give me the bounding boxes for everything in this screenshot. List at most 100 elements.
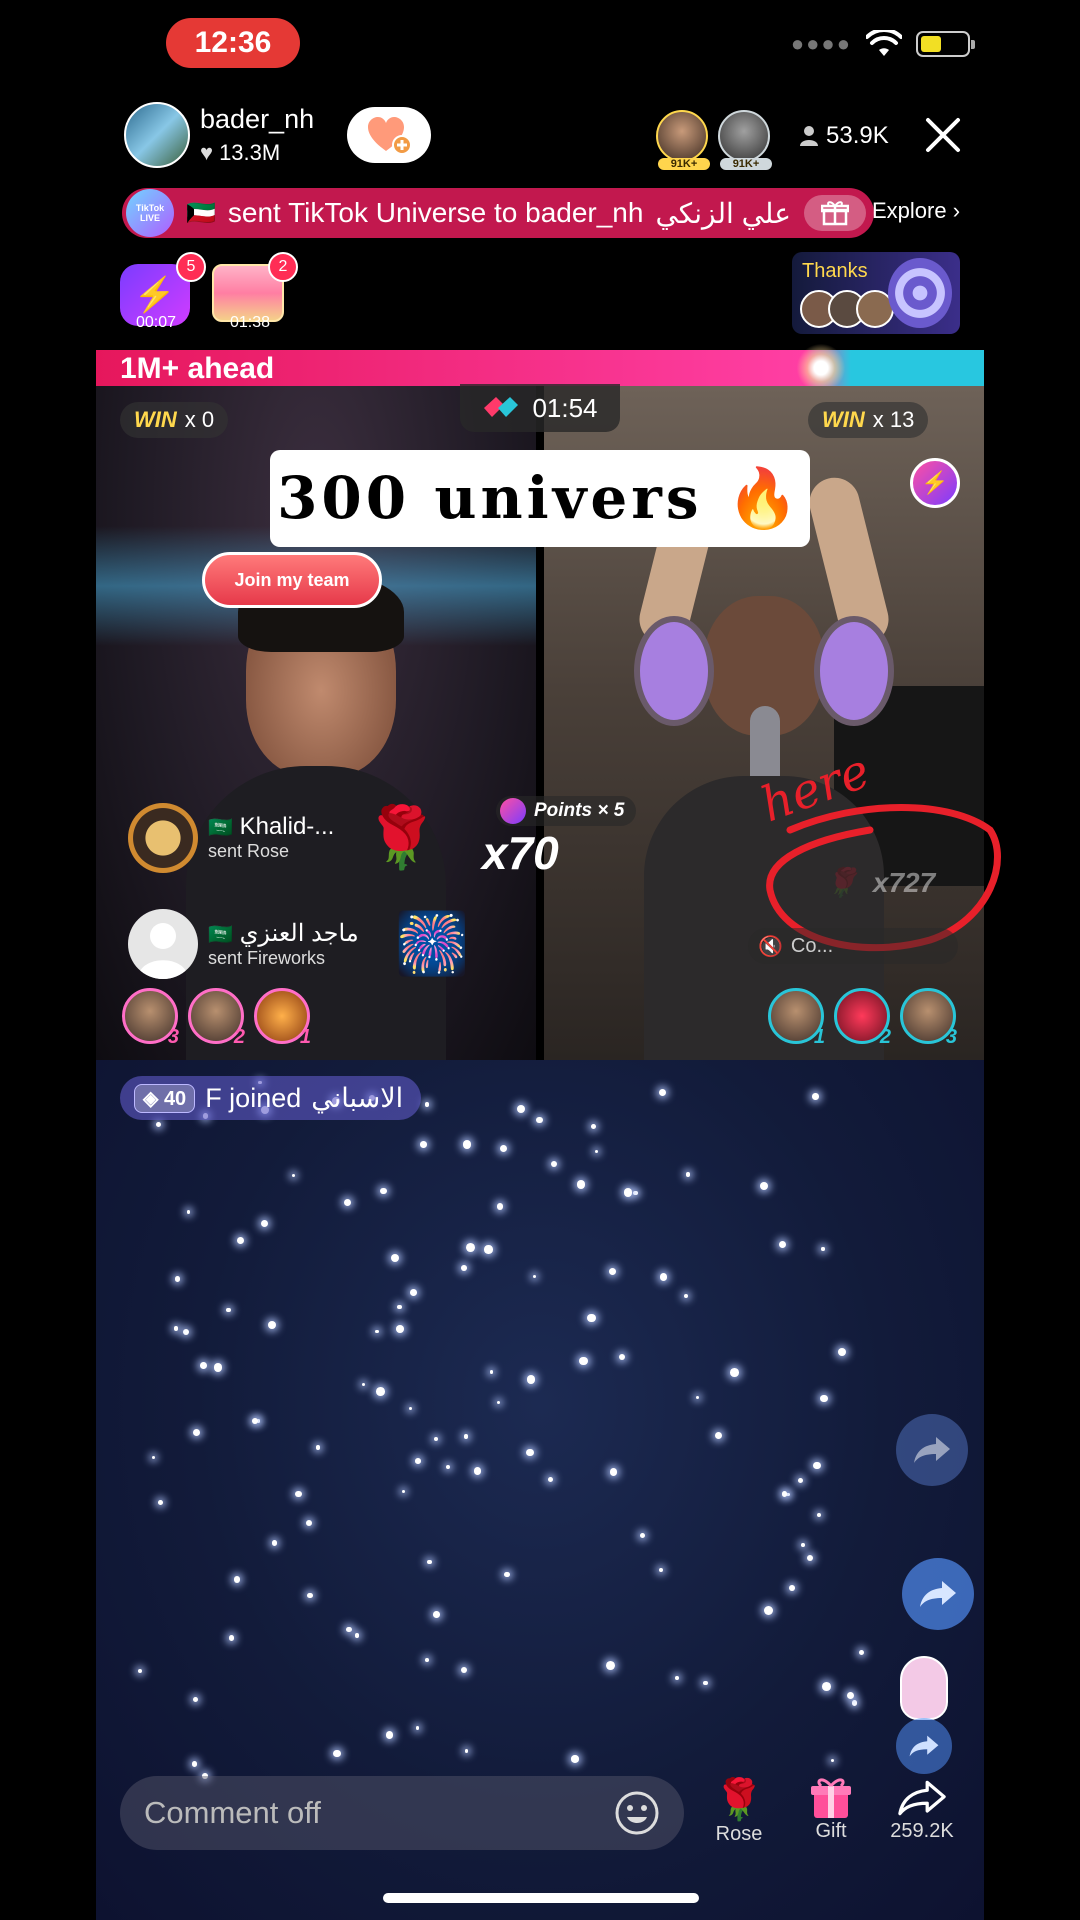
emoji-icon[interactable] — [614, 1790, 660, 1836]
pk-score-bar: 1M+ ahead — [96, 344, 984, 392]
points-label: Points × 5 — [534, 800, 625, 821]
sparkle — [396, 1325, 404, 1333]
annotation-count-value: x727 — [872, 866, 936, 898]
sparkle — [618, 1353, 626, 1361]
sparkle — [830, 1758, 835, 1763]
gift-icon — [811, 1778, 851, 1818]
sparkle — [173, 1326, 179, 1331]
explore-link[interactable]: Explore › — [872, 198, 960, 224]
rose-icon: 🌹 — [714, 1778, 764, 1822]
boost-icon[interactable]: ⚡ — [910, 458, 960, 508]
gift-banner[interactable]: TikTok LIVE 🇰🇼 sent TikTok Universe to b… — [122, 188, 874, 238]
sparkle — [446, 1465, 451, 1470]
sparkle — [633, 1190, 638, 1195]
treasure-chest[interactable]: 2 01:38 — [212, 252, 298, 332]
sparkle — [812, 1093, 819, 1100]
rank-avatar[interactable]: 2 — [188, 988, 245, 1048]
sparkle — [199, 1362, 207, 1370]
rank-number: 2 — [233, 1026, 245, 1048]
sparkle — [424, 1102, 429, 1107]
sparkle — [433, 1611, 440, 1618]
share-button[interactable]: 259.2K — [880, 1776, 964, 1843]
sparkle — [385, 1731, 394, 1739]
sparkle — [797, 1477, 804, 1484]
right-win-badge: WIN x 13 — [808, 402, 929, 438]
sparkle — [504, 1571, 510, 1578]
heart-plus-icon — [368, 117, 412, 155]
gifter-name: ماجد العنزي — [239, 919, 359, 947]
join-team-sticker[interactable]: Join my team — [202, 552, 382, 608]
sparkle — [420, 1140, 427, 1148]
follow-button[interactable] — [347, 107, 431, 163]
comment-input[interactable]: Comment off — [120, 1776, 684, 1850]
share-float-icon[interactable] — [902, 1558, 974, 1630]
host-avatar[interactable] — [124, 102, 190, 168]
rank-avatar[interactable]: 3 — [900, 988, 957, 1048]
comment-placeholder: Comment off — [144, 1795, 321, 1830]
sparkle — [333, 1749, 341, 1757]
sparkle — [228, 1635, 235, 1642]
sparkle — [186, 1210, 191, 1214]
sparkle — [236, 1236, 244, 1244]
top-gifter-1[interactable]: 91K+ — [656, 110, 710, 170]
lightning-box[interactable]: ⚡ 5 00:07 — [120, 252, 206, 332]
points-badge: Points × 5 — [496, 796, 637, 826]
sparkle — [820, 1394, 828, 1403]
sparkle — [516, 1104, 526, 1114]
sparkle — [781, 1491, 788, 1497]
rank-number: 1 — [299, 1026, 311, 1048]
rank-avatar[interactable]: 2 — [834, 988, 891, 1048]
mute-icon: 🔇 — [758, 935, 783, 958]
rose-button[interactable]: 🌹 Rose — [714, 1776, 764, 1846]
thanks-card[interactable]: Thanks — [792, 252, 960, 334]
sparkle — [390, 1253, 400, 1262]
sparkle — [376, 1386, 386, 1396]
gifter-name-row: 🇸🇦 Khalid-... — [208, 813, 334, 841]
gift-feed-item: 🇸🇦 Khalid-... sent Rose 🌹 — [128, 802, 439, 873]
sparkle — [460, 1666, 467, 1673]
gift-label: Gift — [815, 1820, 847, 1842]
gift-button[interactable]: Gift — [806, 1776, 856, 1843]
gifter-flag: 🇸🇦 — [208, 923, 233, 946]
joined-name: الاسباني — [311, 1082, 404, 1113]
left-win-badge: WIN x 0 — [120, 402, 229, 438]
gifter-avatar[interactable] — [128, 802, 198, 873]
sparkle — [361, 1382, 366, 1387]
sparkle — [489, 1370, 494, 1374]
sparkle — [571, 1755, 579, 1763]
sparkle — [192, 1428, 200, 1436]
right-rank-avatars: 1 2 3 — [768, 988, 957, 1048]
top-gifter-2[interactable]: 91K+ — [718, 110, 772, 170]
share-float-icon[interactable] — [896, 1718, 952, 1774]
gift-action: sent Fireworks — [208, 947, 326, 968]
muted-item[interactable]: 🔇 Co... — [748, 928, 958, 964]
sparkle — [591, 1124, 597, 1129]
sparkle — [272, 1540, 278, 1546]
sparkle — [306, 1519, 313, 1526]
host-username[interactable]: bader_nh — [200, 104, 314, 135]
battle-icon — [484, 397, 519, 417]
sparkle — [789, 1585, 795, 1591]
viewer-count[interactable]: 53.9K — [800, 122, 889, 150]
sparkle — [547, 1476, 553, 1482]
fireworks-gift-icon: 🎆 — [394, 910, 470, 977]
home-indicator[interactable] — [383, 1893, 699, 1903]
gifter-avatar[interactable] — [128, 908, 198, 979]
rank-avatar[interactable]: 1 — [254, 988, 311, 1048]
thanks-label: Thanks — [802, 260, 868, 282]
sparkle — [659, 1089, 667, 1097]
top-gifter-badge: 91K+ — [658, 158, 710, 170]
host-likes: ♥ 13.3M — [200, 140, 280, 166]
close-icon[interactable] — [920, 112, 966, 158]
banner-sender: علي الزنكي — [655, 197, 791, 229]
rank-number: 2 — [879, 1026, 891, 1048]
banner-flag: 🇰🇼 — [186, 199, 216, 227]
annotation-gift-count: 🌹 x727 — [824, 866, 935, 899]
sparkle — [183, 1328, 190, 1335]
rank-avatar[interactable]: 3 — [122, 988, 179, 1048]
viewer-count-value: 53.9K — [826, 122, 889, 149]
sparkle — [484, 1245, 493, 1254]
sparkle — [639, 1532, 646, 1539]
share-float-icon[interactable] — [896, 1414, 968, 1486]
rank-avatar[interactable]: 1 — [768, 988, 825, 1048]
